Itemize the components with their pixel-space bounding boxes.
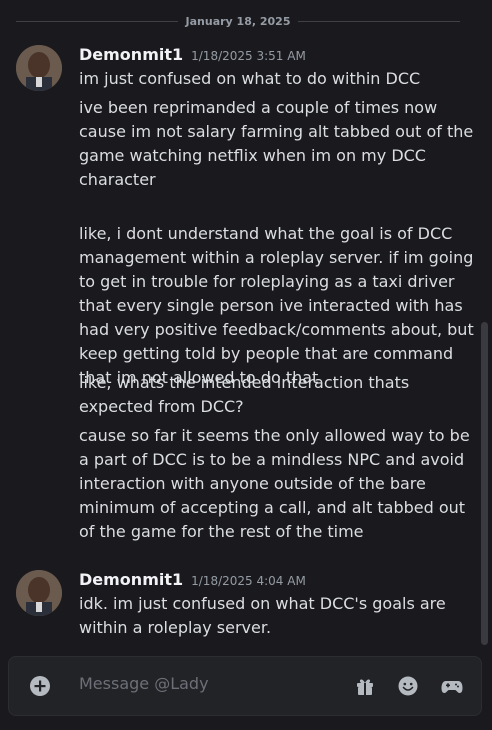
divider-line-right: [298, 20, 460, 22]
message-text: ive been reprimanded a couple of times n…: [79, 98, 474, 189]
message-group: Demonmit1 1/18/2025 3:51 AM im just conf…: [0, 45, 478, 545]
date-divider: January 18, 2025: [16, 12, 460, 30]
message-text: like, i dont understand what the goal is…: [79, 224, 474, 387]
message-header: Demonmit1 1/18/2025 3:51 AM: [79, 45, 306, 67]
timestamp[interactable]: 1/18/2025 3:51 AM: [191, 49, 306, 63]
scrollbar-thumb[interactable]: [481, 322, 488, 645]
divider-line-left: [16, 20, 178, 22]
message-text: im just confused on what to do within DC…: [79, 69, 421, 88]
timestamp[interactable]: 1/18/2025 4:04 AM: [191, 574, 306, 588]
avatar[interactable]: [16, 570, 62, 616]
message-group: Demonmit1 1/18/2025 4:04 AM idk. im just…: [0, 570, 478, 640]
avatar-image: [16, 570, 62, 616]
message-text: like, whats the intended interaction tha…: [79, 373, 410, 416]
message-text: cause so far it seems the only allowed w…: [79, 426, 470, 541]
username[interactable]: Demonmit1: [79, 570, 183, 589]
gift-icon[interactable]: [353, 674, 377, 698]
plus-circle-icon[interactable]: [29, 675, 51, 697]
username[interactable]: Demonmit1: [79, 45, 183, 64]
avatar-image: [16, 45, 62, 91]
emoji-icon[interactable]: [396, 674, 420, 698]
gamepad-icon[interactable]: [440, 674, 464, 698]
message-text: idk. im just confused on what DCC's goal…: [79, 594, 446, 637]
message-composer[interactable]: Message @Lady: [8, 656, 482, 716]
message-header: Demonmit1 1/18/2025 4:04 AM: [79, 570, 306, 592]
message-input[interactable]: Message @Lady: [79, 674, 209, 693]
avatar[interactable]: [16, 45, 62, 91]
date-divider-label: January 18, 2025: [185, 14, 291, 28]
